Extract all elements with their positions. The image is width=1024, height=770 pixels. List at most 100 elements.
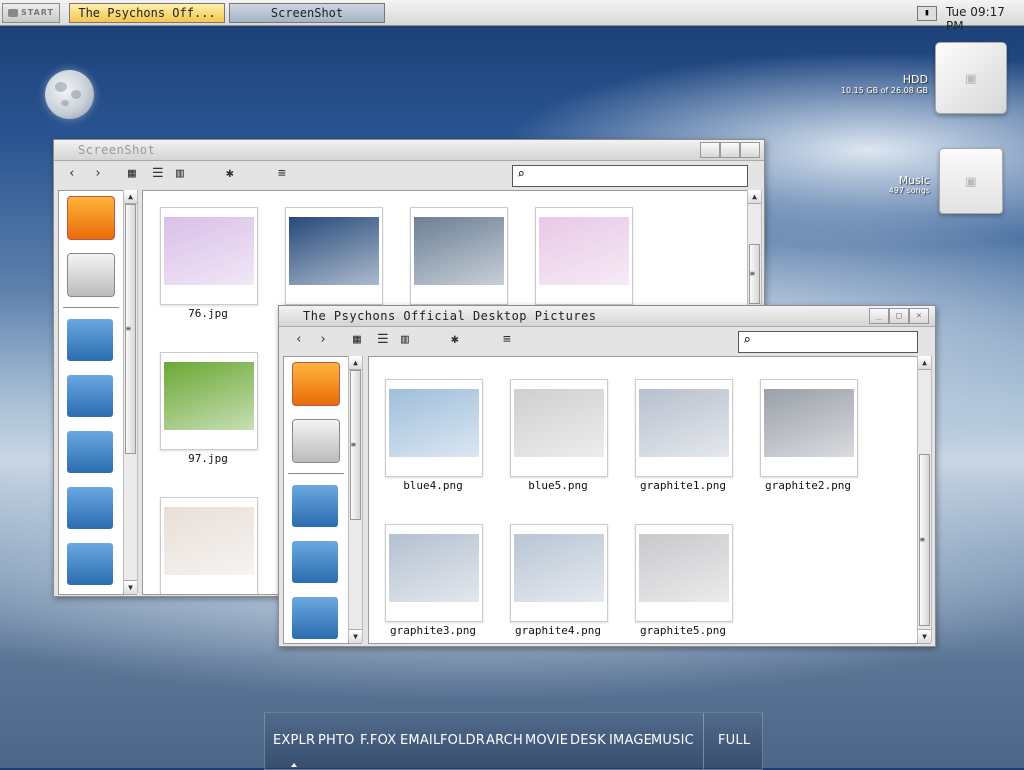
forward-icon[interactable]: › xyxy=(319,333,327,347)
dock-item-movie[interactable]: MOVIE xyxy=(525,733,568,748)
thumbnail-image xyxy=(389,389,479,457)
file-thumbnail[interactable] xyxy=(635,379,733,477)
scroll-up-icon[interactable]: ▲ xyxy=(349,356,362,370)
documents-folder-icon[interactable] xyxy=(292,541,338,583)
network-tray-icon[interactable]: ▮ xyxy=(917,6,937,21)
file-thumbnail[interactable] xyxy=(160,352,258,450)
file-thumbnail[interactable] xyxy=(410,207,508,305)
gear-icon[interactable]: ✱ xyxy=(226,167,234,181)
file-thumbnail[interactable] xyxy=(160,207,258,305)
orange-drive-icon[interactable] xyxy=(67,196,115,240)
file-thumbnail[interactable] xyxy=(385,524,483,622)
downloads-folder-icon[interactable] xyxy=(67,487,113,529)
task-psychons[interactable]: The Psychons Off... xyxy=(69,3,225,23)
grip-icon: ≡ xyxy=(750,269,755,278)
dock-item-image[interactable]: IMAGE xyxy=(609,733,652,748)
search-icon: ⌕ xyxy=(517,167,525,182)
sidebar-scrollbar[interactable]: ▲ ≡ ▼ xyxy=(348,356,363,644)
search-input[interactable]: ⌕ xyxy=(738,331,918,353)
window-title: ScreenShot xyxy=(78,143,156,157)
hdd-drive-icon[interactable]: ▣ xyxy=(935,42,1007,114)
file-name[interactable]: 97.jpg xyxy=(148,452,268,465)
library-folder-icon[interactable] xyxy=(67,543,113,585)
file-name[interactable]: graphite2.png xyxy=(748,479,868,492)
content-scrollbar[interactable]: ▲ ≡ ▼ xyxy=(917,356,932,644)
file-thumbnail[interactable] xyxy=(635,524,733,622)
arrange-icon[interactable]: ≡ xyxy=(278,167,286,181)
dock-item-desk[interactable]: DESK xyxy=(570,733,606,748)
icon-view-icon[interactable]: ▦ xyxy=(128,167,136,181)
pictures-folder-icon[interactable] xyxy=(292,597,338,639)
column-view-icon[interactable]: ▥ xyxy=(176,167,184,181)
close-button[interactable] xyxy=(740,142,760,158)
sidebar xyxy=(58,190,124,595)
file-thumbnail[interactable] xyxy=(760,379,858,477)
applications-folder-icon[interactable] xyxy=(292,485,338,527)
screenshot-titlebar[interactable]: ScreenShot xyxy=(54,140,764,161)
scroll-up-icon[interactable]: ▲ xyxy=(918,356,931,370)
white-drive-icon[interactable] xyxy=(292,419,340,463)
thumbnail-image xyxy=(639,534,729,602)
file-name[interactable]: graphite4.png xyxy=(498,624,618,637)
hdd-label[interactable]: HDD xyxy=(860,73,928,86)
file-thumbnail[interactable] xyxy=(510,524,608,622)
sidebar-divider xyxy=(288,473,344,474)
task-screenshot[interactable]: ScreenShot xyxy=(229,3,385,23)
thumbnail-image xyxy=(414,217,504,285)
scroll-down-icon[interactable]: ▼ xyxy=(349,629,362,644)
dock-item-arch[interactable]: ARCH xyxy=(486,733,523,748)
scroll-up-icon[interactable]: ▲ xyxy=(748,190,761,204)
column-view-icon[interactable]: ▥ xyxy=(401,333,409,347)
back-icon[interactable]: ‹ xyxy=(295,333,303,347)
forward-icon[interactable]: › xyxy=(94,167,102,181)
music-icon[interactable]: ▣ xyxy=(939,148,1003,214)
file-thumbnail[interactable] xyxy=(385,379,483,477)
file-name[interactable]: 76.jpg xyxy=(148,307,268,320)
back-icon[interactable]: ‹ xyxy=(68,167,76,181)
start-button[interactable]: START xyxy=(2,3,60,23)
grip-icon: ≡ xyxy=(920,535,925,544)
sidebar-scrollbar[interactable]: ▲ ≡ ▼ xyxy=(123,190,138,595)
toolbar: ‹ › ▦ ☰ ▥ ✱ ≡ ⌕ xyxy=(279,327,935,355)
dock-item-explr[interactable]: EXPLR xyxy=(273,733,315,748)
file-name[interactable]: graphite3.png xyxy=(373,624,493,637)
orange-drive-icon[interactable] xyxy=(292,362,340,406)
file-name[interactable]: blue5.png xyxy=(498,479,618,492)
dock-item-phto[interactable]: PHTO xyxy=(318,733,355,748)
file-name[interactable]: graphite1.png xyxy=(623,479,743,492)
documents-folder-icon[interactable] xyxy=(67,375,113,417)
file-name[interactable]: blue4.png xyxy=(373,479,493,492)
dock-item-foldr[interactable]: FOLDR xyxy=(440,733,485,748)
minimize-button[interactable]: _ xyxy=(869,308,889,324)
dock-full-button[interactable]: FULL xyxy=(718,733,750,748)
file-name[interactable]: graphite5.png xyxy=(623,624,743,637)
dock-item-music[interactable]: MUSIC xyxy=(651,733,694,748)
thumbnail-image xyxy=(539,217,629,285)
white-drive-icon[interactable] xyxy=(67,253,115,297)
search-input[interactable]: ⌕ xyxy=(512,165,748,187)
maximize-button[interactable]: □ xyxy=(889,308,909,324)
minimize-button[interactable] xyxy=(700,142,720,158)
icon-view-icon[interactable]: ▦ xyxy=(353,333,361,347)
dock-item-ffox[interactable]: F.FOX xyxy=(360,733,396,748)
file-thumbnail[interactable] xyxy=(535,207,633,305)
maximize-button[interactable] xyxy=(720,142,740,158)
scroll-down-icon[interactable]: ▼ xyxy=(124,580,137,595)
pictures-folder-icon[interactable] xyxy=(67,431,113,473)
gear-icon[interactable]: ✱ xyxy=(451,333,459,347)
close-button[interactable]: ✕ xyxy=(909,308,929,324)
dock-item-email[interactable]: EMAIL xyxy=(400,733,440,748)
scroll-down-icon[interactable]: ▼ xyxy=(918,629,931,644)
list-view-icon[interactable]: ☰ xyxy=(152,167,164,181)
file-thumbnail[interactable] xyxy=(160,497,258,594)
applications-folder-icon[interactable] xyxy=(67,319,113,361)
list-view-icon[interactable]: ☰ xyxy=(377,333,389,347)
file-thumbnail[interactable] xyxy=(285,207,383,305)
psychons-titlebar[interactable]: The Psychons Official Desktop Pictures _… xyxy=(279,306,935,327)
file-thumbnail[interactable] xyxy=(510,379,608,477)
scroll-up-icon[interactable]: ▲ xyxy=(124,190,137,204)
hdd-usage: 10.15 GB of 26.08 GB xyxy=(840,86,928,95)
clock[interactable]: Tue 09:17 PM xyxy=(946,5,1024,33)
arrange-icon[interactable]: ≡ xyxy=(503,333,511,347)
file-grid: blue4.png blue5.png graphite1.png graphi… xyxy=(368,356,918,644)
